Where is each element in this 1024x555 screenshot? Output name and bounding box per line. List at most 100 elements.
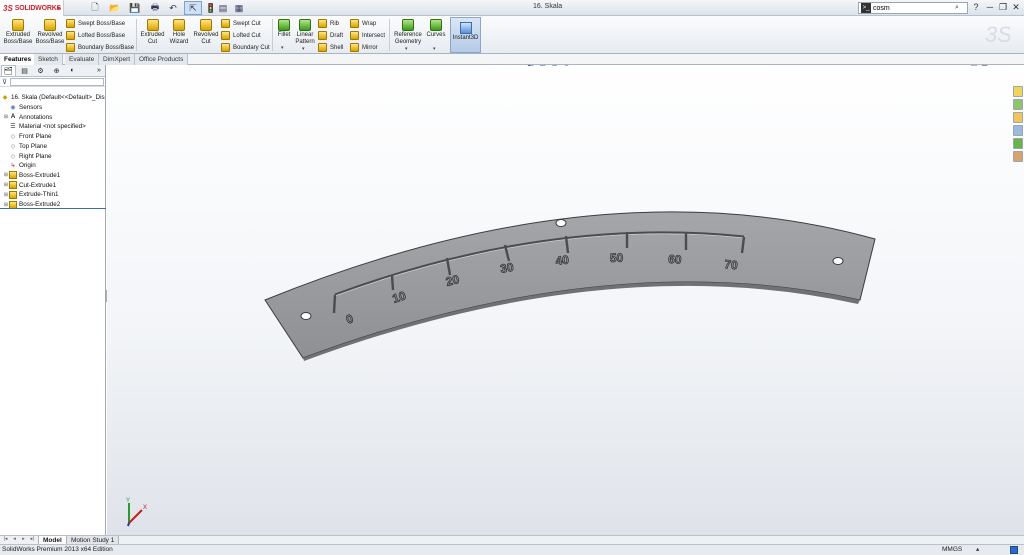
search-icon[interactable]: ⌕ bbox=[955, 4, 959, 12]
extruded-cut-button[interactable]: Extruded Cut bbox=[139, 19, 166, 46]
tree-item-boss-extrude1[interactable]: ⊞ Boss-Extrude1 bbox=[3, 171, 60, 181]
tab-evaluate[interactable]: Evaluate bbox=[65, 54, 100, 65]
tree-item-right-plane[interactable]: ◇ Right Plane bbox=[3, 151, 52, 161]
next-tab-icon[interactable]: ▸ bbox=[20, 536, 27, 544]
reference-geometry-button[interactable]: Reference Geometry bbox=[392, 19, 424, 46]
extruded-cut-label: Extruded Cut bbox=[140, 32, 165, 45]
lofted-cut-label: Lofted Cut bbox=[233, 32, 261, 39]
curves-dropdown-icon[interactable]: ▾ bbox=[433, 46, 436, 52]
prev-tab-icon[interactable]: ◂ bbox=[11, 536, 18, 544]
configuration-manager-tab-icon[interactable]: ⚙ bbox=[33, 65, 48, 76]
property-manager-tab-icon[interactable]: ▤ bbox=[17, 65, 32, 76]
fillet-button[interactable]: Fillet bbox=[275, 19, 293, 39]
tree-item-material[interactable]: ☰ Material <not specified> bbox=[3, 122, 86, 132]
rollback-bar[interactable] bbox=[0, 208, 106, 209]
intersect-button[interactable]: Intersect bbox=[350, 30, 385, 41]
shell-button[interactable]: Shell bbox=[318, 42, 343, 53]
revolved-boss-button[interactable]: Revolved Boss/Base bbox=[34, 19, 66, 46]
tab-office-products[interactable]: Office Products bbox=[135, 54, 189, 65]
units-indicator[interactable]: MMGS bbox=[942, 545, 962, 555]
feature-manager-tabs: 🗂 ▤ ⚙ ⊕ ◐ » bbox=[0, 65, 105, 77]
status-text: SolidWorks Premium 2013 x64 Edition bbox=[2, 546, 113, 553]
first-tab-icon[interactable]: |◂ bbox=[2, 536, 9, 544]
solidworks-menu-button[interactable]: 3S SOLIDWORKS ▸ bbox=[0, 0, 64, 16]
help-info-icon[interactable] bbox=[1010, 546, 1018, 554]
file-explorer-icon[interactable] bbox=[1013, 112, 1023, 123]
lofted-cut-button[interactable]: Lofted Cut bbox=[221, 30, 261, 41]
scale-label-30: 30 bbox=[499, 260, 515, 276]
new-document-icon[interactable]: 🗋 bbox=[86, 1, 104, 15]
select-arrow-icon[interactable]: ⇱ bbox=[184, 1, 202, 15]
extruded-cut-icon bbox=[146, 19, 159, 31]
triad-y-label: Y bbox=[126, 498, 130, 504]
rib-label: Rib bbox=[330, 20, 340, 27]
instant3d-icon bbox=[459, 22, 472, 34]
scale-plate[interactable] bbox=[264, 211, 876, 359]
intersect-label: Intersect bbox=[362, 32, 386, 39]
expand-panel-icon[interactable]: » bbox=[94, 65, 104, 76]
tab-dimxpert[interactable]: DimXpert bbox=[99, 54, 136, 65]
hole-wizard-button[interactable]: Hole Wizard bbox=[167, 19, 191, 46]
part-icon: ◆ bbox=[2, 95, 8, 102]
display-manager-tab-icon[interactable]: ◐ bbox=[65, 65, 80, 76]
rib-button[interactable]: Rib bbox=[318, 18, 339, 29]
draft-button[interactable]: Draft bbox=[318, 30, 343, 41]
revolved-cut-button[interactable]: Revolved Cut bbox=[192, 19, 220, 46]
tree-item-sensors[interactable]: ◉ Sensors bbox=[3, 103, 42, 113]
mirror-button[interactable]: Mirror bbox=[350, 42, 378, 53]
filter-input[interactable] bbox=[10, 78, 104, 86]
wrap-button[interactable]: Wrap bbox=[350, 18, 376, 29]
tree-item-extrude-thin1[interactable]: ⊞ Extrude-Thin1 bbox=[3, 190, 59, 200]
close-icon[interactable]: ✕ bbox=[1010, 2, 1022, 14]
view-palette-icon[interactable] bbox=[1013, 125, 1023, 136]
open-folder-icon[interactable]: 📂 bbox=[106, 1, 124, 15]
search-input[interactable] bbox=[873, 4, 953, 12]
solidworks-resources-icon[interactable] bbox=[1013, 86, 1023, 97]
tree-item-annotations[interactable]: ⊞ A Annotations bbox=[3, 112, 52, 122]
reference-geometry-dropdown-icon[interactable]: ▾ bbox=[405, 46, 408, 52]
undo-icon[interactable]: ↶ bbox=[164, 1, 182, 15]
feature-tree-tab-icon[interactable]: 🗂 bbox=[1, 65, 16, 76]
appearances-icon[interactable] bbox=[1013, 138, 1023, 149]
search-box[interactable]: >_ ⌕ bbox=[858, 2, 968, 14]
print-icon[interactable]: 🖶 bbox=[146, 1, 164, 15]
tree-root-part[interactable]: ◆ 16. Skala (Default<<Default>_Dis bbox=[1, 93, 105, 103]
custom-properties-icon[interactable] bbox=[1013, 151, 1023, 162]
tab-sketch[interactable]: Sketch bbox=[34, 54, 63, 65]
instant3d-button[interactable]: Instant3D bbox=[450, 17, 481, 53]
tree-item-top-plane[interactable]: ◇ Top Plane bbox=[3, 142, 47, 152]
annotations-icon: A bbox=[10, 114, 16, 121]
linear-pattern-button[interactable]: Linear Pattern bbox=[294, 19, 316, 46]
units-dropdown-icon[interactable]: ▴ bbox=[976, 545, 979, 555]
swept-boss-button[interactable]: Swept Boss/Base bbox=[66, 18, 125, 29]
swept-cut-button[interactable]: Swept Cut bbox=[221, 18, 261, 29]
tab-features[interactable]: Features bbox=[0, 54, 37, 65]
extruded-boss-button[interactable]: Extruded Boss/Base bbox=[3, 19, 33, 46]
boundary-cut-button[interactable]: Boundary Cut bbox=[221, 42, 270, 53]
part-name-label: 16. Skala (Default<<Default>_Dis bbox=[11, 94, 105, 102]
help-icon[interactable]: ? bbox=[970, 2, 982, 14]
ribbon-separator bbox=[272, 19, 273, 51]
tree-item-label: Top Plane bbox=[19, 142, 48, 150]
last-tab-icon[interactable]: ▸| bbox=[29, 536, 36, 544]
dimxpert-manager-tab-icon[interactable]: ⊕ bbox=[49, 65, 64, 76]
curves-button[interactable]: Curves bbox=[425, 19, 447, 39]
swept-cut-icon bbox=[221, 19, 230, 28]
lofted-boss-button[interactable]: Lofted Boss/Base bbox=[66, 30, 125, 41]
options-icon[interactable]: ▦ bbox=[230, 1, 248, 15]
tree-item-origin[interactable]: ↳ Origin bbox=[3, 161, 36, 171]
draft-icon bbox=[318, 31, 327, 40]
feature-filter: ⊽ bbox=[0, 77, 105, 87]
tree-item-label: Origin bbox=[19, 162, 36, 170]
tree-item-cut-extrude1[interactable]: ⊞ Cut-Extrude1 bbox=[3, 180, 56, 190]
fillet-dropdown-icon[interactable]: ▾ bbox=[281, 45, 284, 51]
fillet-icon bbox=[278, 19, 290, 31]
graphics-area[interactable]: ⊕ ⊘ ↺ ◧ ◫ ◼ ◎ ◕ ◒ ▭ ▣ ▥ ─ ❐ ✕ bbox=[107, 65, 1024, 535]
restore-icon[interactable]: ❐ bbox=[997, 2, 1009, 14]
linear-pattern-dropdown-icon[interactable]: ▾ bbox=[302, 46, 305, 52]
boundary-boss-button[interactable]: Boundary Boss/Base bbox=[66, 42, 134, 53]
save-icon[interactable]: 💾 bbox=[126, 1, 144, 15]
design-library-icon[interactable] bbox=[1013, 99, 1023, 110]
tree-item-front-plane[interactable]: ◇ Front Plane bbox=[3, 132, 52, 142]
minimize-icon[interactable]: ─ bbox=[984, 2, 996, 14]
